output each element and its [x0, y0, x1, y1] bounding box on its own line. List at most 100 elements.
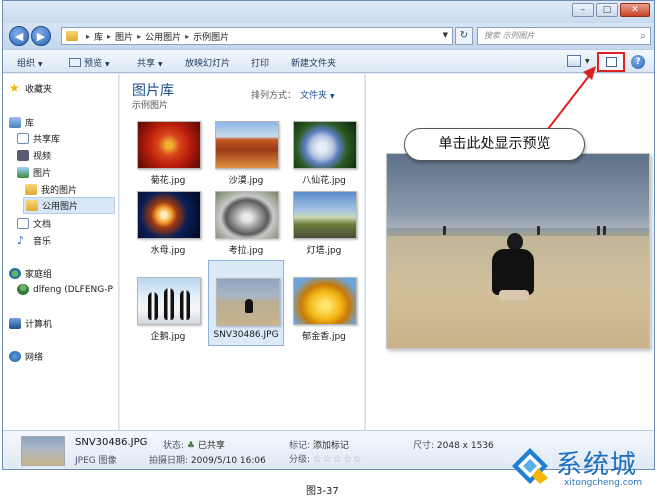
- nav-documents[interactable]: 文档: [17, 217, 51, 230]
- nav-libraries-label: 库: [25, 119, 35, 129]
- maximize-button[interactable]: □: [596, 3, 618, 17]
- file-tile[interactable]: 企鹅.jpg: [130, 272, 206, 346]
- details-date: 拍摄日期: 2009/5/10 16:06: [149, 453, 266, 466]
- nav-homegroup[interactable]: 家庭组: [9, 267, 52, 280]
- details-rating: 分级: ☆☆☆☆☆: [289, 452, 363, 465]
- nav-public-library-label: 共享库: [33, 135, 61, 145]
- view-icon[interactable]: [567, 55, 581, 67]
- video-icon: [17, 150, 29, 161]
- organize-button[interactable]: 组织 ▼: [17, 56, 43, 69]
- desert-thumbnail: [215, 121, 279, 169]
- back-button[interactable]: ◀: [9, 26, 29, 46]
- file-list: 图片库 示例图片 排列方式： 文件夹 ▼ 菊花.jpg 沙漠.jpg 八仙花.jp…: [120, 74, 364, 430]
- nav-my-pictures-label: 我的图片: [41, 186, 78, 196]
- library-subtitle: 示例图片: [132, 101, 169, 111]
- arrange-by-dropdown[interactable]: 文件夹 ▼: [300, 88, 335, 101]
- file-tile[interactable]: 水母.jpg: [130, 186, 206, 260]
- preview-image: [386, 153, 650, 349]
- chevron-down-icon[interactable]: ▼: [585, 58, 590, 65]
- nav-public-pictures[interactable]: 公用图片: [23, 197, 115, 214]
- person-legs: [499, 290, 529, 300]
- nav-pictures[interactable]: 图片: [17, 166, 51, 179]
- nav-libraries[interactable]: 库: [9, 116, 34, 129]
- library-title: 图片库: [132, 83, 174, 99]
- preview-button[interactable]: 预览 ▼: [69, 56, 110, 69]
- network-icon: [9, 351, 21, 362]
- file-name: 菊花.jpg: [150, 176, 186, 186]
- details-tags: 标记: 添加标记: [289, 438, 349, 451]
- forward-button[interactable]: ▶: [31, 26, 51, 46]
- watermark: 系统城 xitongcheng.com: [504, 440, 657, 497]
- lighthouse-thumbnail: [293, 191, 357, 239]
- nav-music[interactable]: ♪ 音乐: [17, 234, 51, 247]
- penguins-thumbnail: [137, 277, 201, 325]
- print-button[interactable]: 打印: [251, 56, 269, 69]
- file-tile[interactable]: 沙漠.jpg: [208, 116, 284, 190]
- chevron-down-icon[interactable]: ▼: [443, 31, 448, 39]
- chevron-down-icon: ▼: [38, 61, 43, 68]
- koala-thumbnail: [215, 191, 279, 239]
- file-name: 郁金香.jpg: [302, 332, 346, 342]
- chevron-down-icon: ▼: [158, 61, 163, 68]
- help-icon[interactable]: ?: [631, 55, 645, 69]
- tags-label: 标记:: [289, 441, 311, 451]
- date-value: 2009/5/10 16:06: [190, 456, 266, 466]
- preview-pane-button[interactable]: [597, 52, 625, 72]
- minimize-button[interactable]: –: [572, 3, 594, 17]
- penguin-shape: [164, 288, 174, 320]
- file-tile[interactable]: 郁金香.jpg: [286, 272, 362, 346]
- tags-value[interactable]: 添加标记: [313, 441, 349, 451]
- chevron-right-icon: ▸: [137, 31, 142, 41]
- file-name: 灯塔.jpg: [306, 246, 342, 256]
- arrange-by-value: 文件夹: [300, 91, 328, 101]
- share-button[interactable]: 共享 ▼: [137, 56, 163, 69]
- document-icon: [17, 218, 29, 229]
- nav-videos[interactable]: 视频: [17, 149, 51, 162]
- homegroup-icon: [9, 268, 21, 279]
- file-tile[interactable]: 考拉.jpg: [208, 186, 284, 260]
- file-tile[interactable]: 灯塔.jpg: [286, 186, 362, 260]
- new-folder-button[interactable]: 新建文件夹: [291, 56, 336, 69]
- file-name: 企鹅.jpg: [150, 332, 186, 342]
- details-size: 尺寸: 2048 x 1536: [413, 438, 494, 451]
- search-input[interactable]: 搜索 示例图片 ⌕: [477, 27, 651, 45]
- penguin-shape: [148, 292, 158, 320]
- arrange-by-label: 排列方式：: [251, 91, 297, 101]
- breadcrumb-public-pictures[interactable]: 公用图片: [145, 30, 181, 43]
- rating-stars[interactable]: ☆☆☆☆☆: [313, 454, 363, 465]
- nav-public-library[interactable]: 共享库: [17, 132, 60, 145]
- file-tile[interactable]: 菊花.jpg: [130, 116, 206, 190]
- breadcrumb-sample-pictures[interactable]: 示例图片: [193, 30, 229, 43]
- nav-videos-label: 视频: [33, 152, 52, 162]
- nav-favorites[interactable]: ★ 收藏夹: [9, 82, 52, 95]
- search-icon[interactable]: ⌕: [640, 29, 646, 45]
- nav-user[interactable]: dlfeng (DLFENG-P: [17, 284, 113, 295]
- title-bar: – □ ✕: [3, 1, 654, 23]
- chevron-down-icon: ▼: [105, 61, 110, 68]
- nav-network[interactable]: 网络: [9, 350, 43, 363]
- nav-my-pictures[interactable]: 我的图片: [25, 183, 77, 196]
- close-button[interactable]: ✕: [620, 3, 650, 17]
- organize-label: 组织: [17, 59, 36, 69]
- nav-documents-label: 文档: [33, 220, 52, 230]
- breadcrumb-pictures[interactable]: 图片: [115, 30, 133, 43]
- slideshow-button[interactable]: 放映幻灯片: [185, 56, 230, 69]
- breadcrumb-libraries[interactable]: 库: [94, 30, 103, 43]
- size-value: 2048 x 1536: [436, 441, 494, 451]
- watermark-brand: 系统城: [556, 450, 638, 480]
- document-icon: [17, 133, 29, 144]
- refresh-button[interactable]: ↻: [455, 27, 473, 45]
- penguin-shape: [180, 290, 190, 320]
- watermark-logo-icon: [512, 448, 548, 484]
- status-label: 状态:: [163, 441, 185, 451]
- details-thumbnail: [21, 436, 65, 466]
- file-tile-selected[interactable]: SNV30486.JPG: [208, 260, 284, 346]
- share-label: 共享: [137, 59, 156, 69]
- details-file-name: SNV30486.JPG: [75, 437, 148, 448]
- date-label: 拍摄日期:: [149, 456, 189, 466]
- address-row: ◀ ▶ ▸ 库 ▸ 图片 ▸ 公用图片 ▸ 示例图片 ▼ ↻ 搜索 示例图片 ⌕: [3, 23, 654, 49]
- address-bar[interactable]: ▸ 库 ▸ 图片 ▸ 公用图片 ▸ 示例图片 ▼: [61, 27, 453, 45]
- nav-favorites-label: 收藏夹: [25, 85, 53, 95]
- nav-computer[interactable]: 计算机: [9, 317, 52, 330]
- file-tile[interactable]: 八仙花.jpg: [286, 116, 362, 190]
